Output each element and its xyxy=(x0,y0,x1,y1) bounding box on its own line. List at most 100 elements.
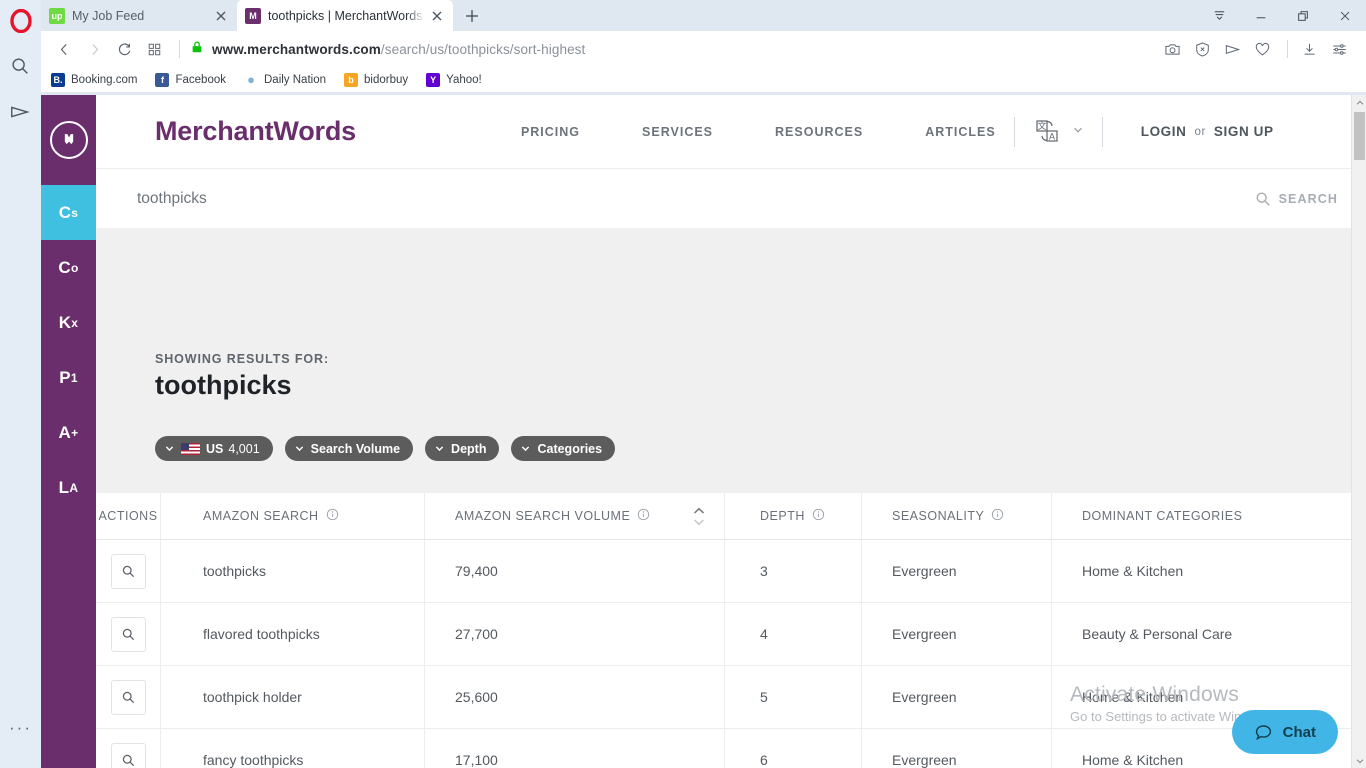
magnifier-icon[interactable] xyxy=(111,617,146,652)
bookmark-label: Yahoo! xyxy=(446,74,482,86)
results-header-band: SHOWING RESULTS FOR: toothpicks US 4,001… xyxy=(96,228,1366,493)
column-header-depth: DEPTH xyxy=(725,493,862,539)
magnifier-icon[interactable] xyxy=(111,743,146,768)
browser-tab-inactive[interactable]: up My Job Feed xyxy=(41,0,237,31)
sidebar-messenger-icon[interactable] xyxy=(9,101,33,125)
browser-toolbar: www.merchantwords.com/search/us/toothpic… xyxy=(41,31,1366,67)
rail-item-kx[interactable]: Kx xyxy=(41,295,96,350)
bookmark-daily-nation[interactable]: ● Daily Nation xyxy=(244,73,326,87)
sidebar-more-button[interactable]: ··· xyxy=(9,719,32,736)
grid-icon[interactable] xyxy=(141,36,167,62)
filter-pill-categories[interactable]: Categories xyxy=(511,436,615,461)
close-icon[interactable] xyxy=(213,8,229,24)
row-actions-cell xyxy=(96,540,161,602)
restore-icon[interactable] xyxy=(1282,0,1324,31)
send-icon[interactable] xyxy=(1219,36,1245,62)
magnifier-icon[interactable] xyxy=(111,554,146,589)
info-icon[interactable] xyxy=(991,508,1004,524)
translate-icon[interactable]: 文 A xyxy=(1033,117,1063,147)
chevron-down-icon[interactable] xyxy=(1072,123,1084,141)
cell-categories: Beauty & Personal Care xyxy=(1052,603,1366,665)
upwork-icon: up xyxy=(49,8,65,24)
settings-icon[interactable] xyxy=(1326,36,1352,62)
nav-articles[interactable]: ARTICLES xyxy=(925,125,996,139)
download-icon[interactable] xyxy=(1296,36,1322,62)
nav-resources[interactable]: RESOURCES xyxy=(775,125,863,139)
search-button[interactable]: SEARCH xyxy=(1255,191,1338,207)
forward-arrow-icon[interactable] xyxy=(81,36,107,62)
bookmarks-bar: B. Booking.com f Facebook ● Daily Nation… xyxy=(41,67,1366,93)
cell-keyword: flavored toothpicks xyxy=(161,603,425,665)
nav-services[interactable]: SERVICES xyxy=(642,125,713,139)
ad-blocker-icon[interactable] xyxy=(1189,36,1215,62)
filter-pill-country[interactable]: US 4,001 xyxy=(155,436,273,461)
rail-item-co[interactable]: Co xyxy=(41,240,96,295)
close-icon[interactable] xyxy=(1324,0,1366,31)
site-wordmark[interactable]: MerchantWords xyxy=(155,116,356,147)
browser-window: up My Job Feed M toothpicks | MerchantWo… xyxy=(41,0,1366,768)
table-row[interactable]: flavored toothpicks 27,700 4 Evergreen B… xyxy=(96,603,1366,666)
merchantwords-icon: M xyxy=(245,8,261,24)
table-row[interactable]: fancy toothpicks 17,100 6 Evergreen Home… xyxy=(96,729,1366,768)
window-controls xyxy=(1198,0,1366,31)
signup-button[interactable]: SIGN UP xyxy=(1214,124,1274,139)
column-header-label: DEPTH xyxy=(760,509,805,523)
bookmark-facebook[interactable]: f Facebook xyxy=(155,73,226,87)
camera-icon[interactable] xyxy=(1159,36,1185,62)
filter-pill-depth[interactable]: Depth xyxy=(425,436,499,461)
page-scrollbar[interactable] xyxy=(1351,95,1366,768)
cell-volume: 25,600 xyxy=(425,666,725,728)
login-button[interactable]: LOGIN xyxy=(1141,124,1187,139)
reload-icon[interactable] xyxy=(111,36,137,62)
sidebar-search-icon[interactable] xyxy=(9,55,33,79)
browser-tab-active[interactable]: M toothpicks | MerchantWords xyxy=(237,0,453,31)
minimize-icon[interactable] xyxy=(1240,0,1282,31)
cell-seasonality: Evergreen xyxy=(862,729,1052,768)
cell-depth: 5 xyxy=(725,666,862,728)
rail-item-aplus[interactable]: A+ xyxy=(41,405,96,460)
bidorbuy-icon: b xyxy=(344,73,358,87)
rail-item-cs[interactable]: Cs xyxy=(41,185,96,240)
bookmark-bidorbuy[interactable]: b bidorbuy xyxy=(344,73,408,87)
column-header-amazon-search-volume[interactable]: AMAZON SEARCH VOLUME xyxy=(425,493,725,539)
chat-button[interactable]: Chat xyxy=(1232,710,1338,754)
address-bar[interactable]: www.merchantwords.com/search/us/toothpic… xyxy=(212,42,1159,57)
back-arrow-icon[interactable] xyxy=(51,36,77,62)
app-rail-items: Cs Co Kx P1 A+ LA xyxy=(41,185,96,515)
keyword-search-bar: SEARCH xyxy=(96,168,1366,228)
tab-menu-icon[interactable] xyxy=(1198,0,1240,31)
cell-seasonality: Evergreen xyxy=(862,603,1052,665)
auth-links: LOGIN or SIGN UP xyxy=(1141,124,1274,139)
opera-logo-icon[interactable] xyxy=(9,9,33,33)
scroll-up-icon[interactable] xyxy=(1352,95,1366,110)
table-row[interactable]: toothpick holder 25,600 5 Evergreen Home… xyxy=(96,666,1366,729)
padlock-icon[interactable] xyxy=(190,40,204,59)
search-input[interactable] xyxy=(137,190,1255,208)
sort-toggle[interactable] xyxy=(692,507,706,526)
nav-pricing[interactable]: PRICING xyxy=(521,125,580,139)
scrollbar-thumb[interactable] xyxy=(1354,112,1365,160)
info-icon[interactable] xyxy=(812,508,825,524)
rail-item-label: P xyxy=(59,368,71,388)
info-icon[interactable] xyxy=(637,508,650,524)
row-actions-cell xyxy=(96,666,161,728)
info-icon[interactable] xyxy=(326,508,339,524)
bookmark-yahoo[interactable]: Y Yahoo! xyxy=(426,73,482,87)
rail-item-p1[interactable]: P1 xyxy=(41,350,96,405)
toolbar-divider xyxy=(179,40,180,58)
filter-pill-search-volume[interactable]: Search Volume xyxy=(285,436,413,461)
column-header-label: AMAZON SEARCH xyxy=(203,509,319,523)
search-button-label: SEARCH xyxy=(1279,192,1338,206)
table-row[interactable]: toothpicks 79,400 3 Evergreen Home & Kit… xyxy=(96,540,1366,603)
close-icon[interactable] xyxy=(429,8,445,24)
heart-icon[interactable] xyxy=(1249,36,1275,62)
new-tab-button[interactable] xyxy=(461,5,483,27)
tab-strip: up My Job Feed M toothpicks | MerchantWo… xyxy=(41,0,1366,31)
scroll-down-icon[interactable] xyxy=(1352,753,1366,768)
bookmark-booking[interactable]: B. Booking.com xyxy=(51,73,137,87)
chevron-down-icon xyxy=(164,443,175,454)
merchantwords-logo-icon[interactable] xyxy=(50,121,88,159)
magnifier-icon[interactable] xyxy=(111,680,146,715)
rail-item-la[interactable]: LA xyxy=(41,460,96,515)
rail-item-sub: o xyxy=(71,261,79,275)
